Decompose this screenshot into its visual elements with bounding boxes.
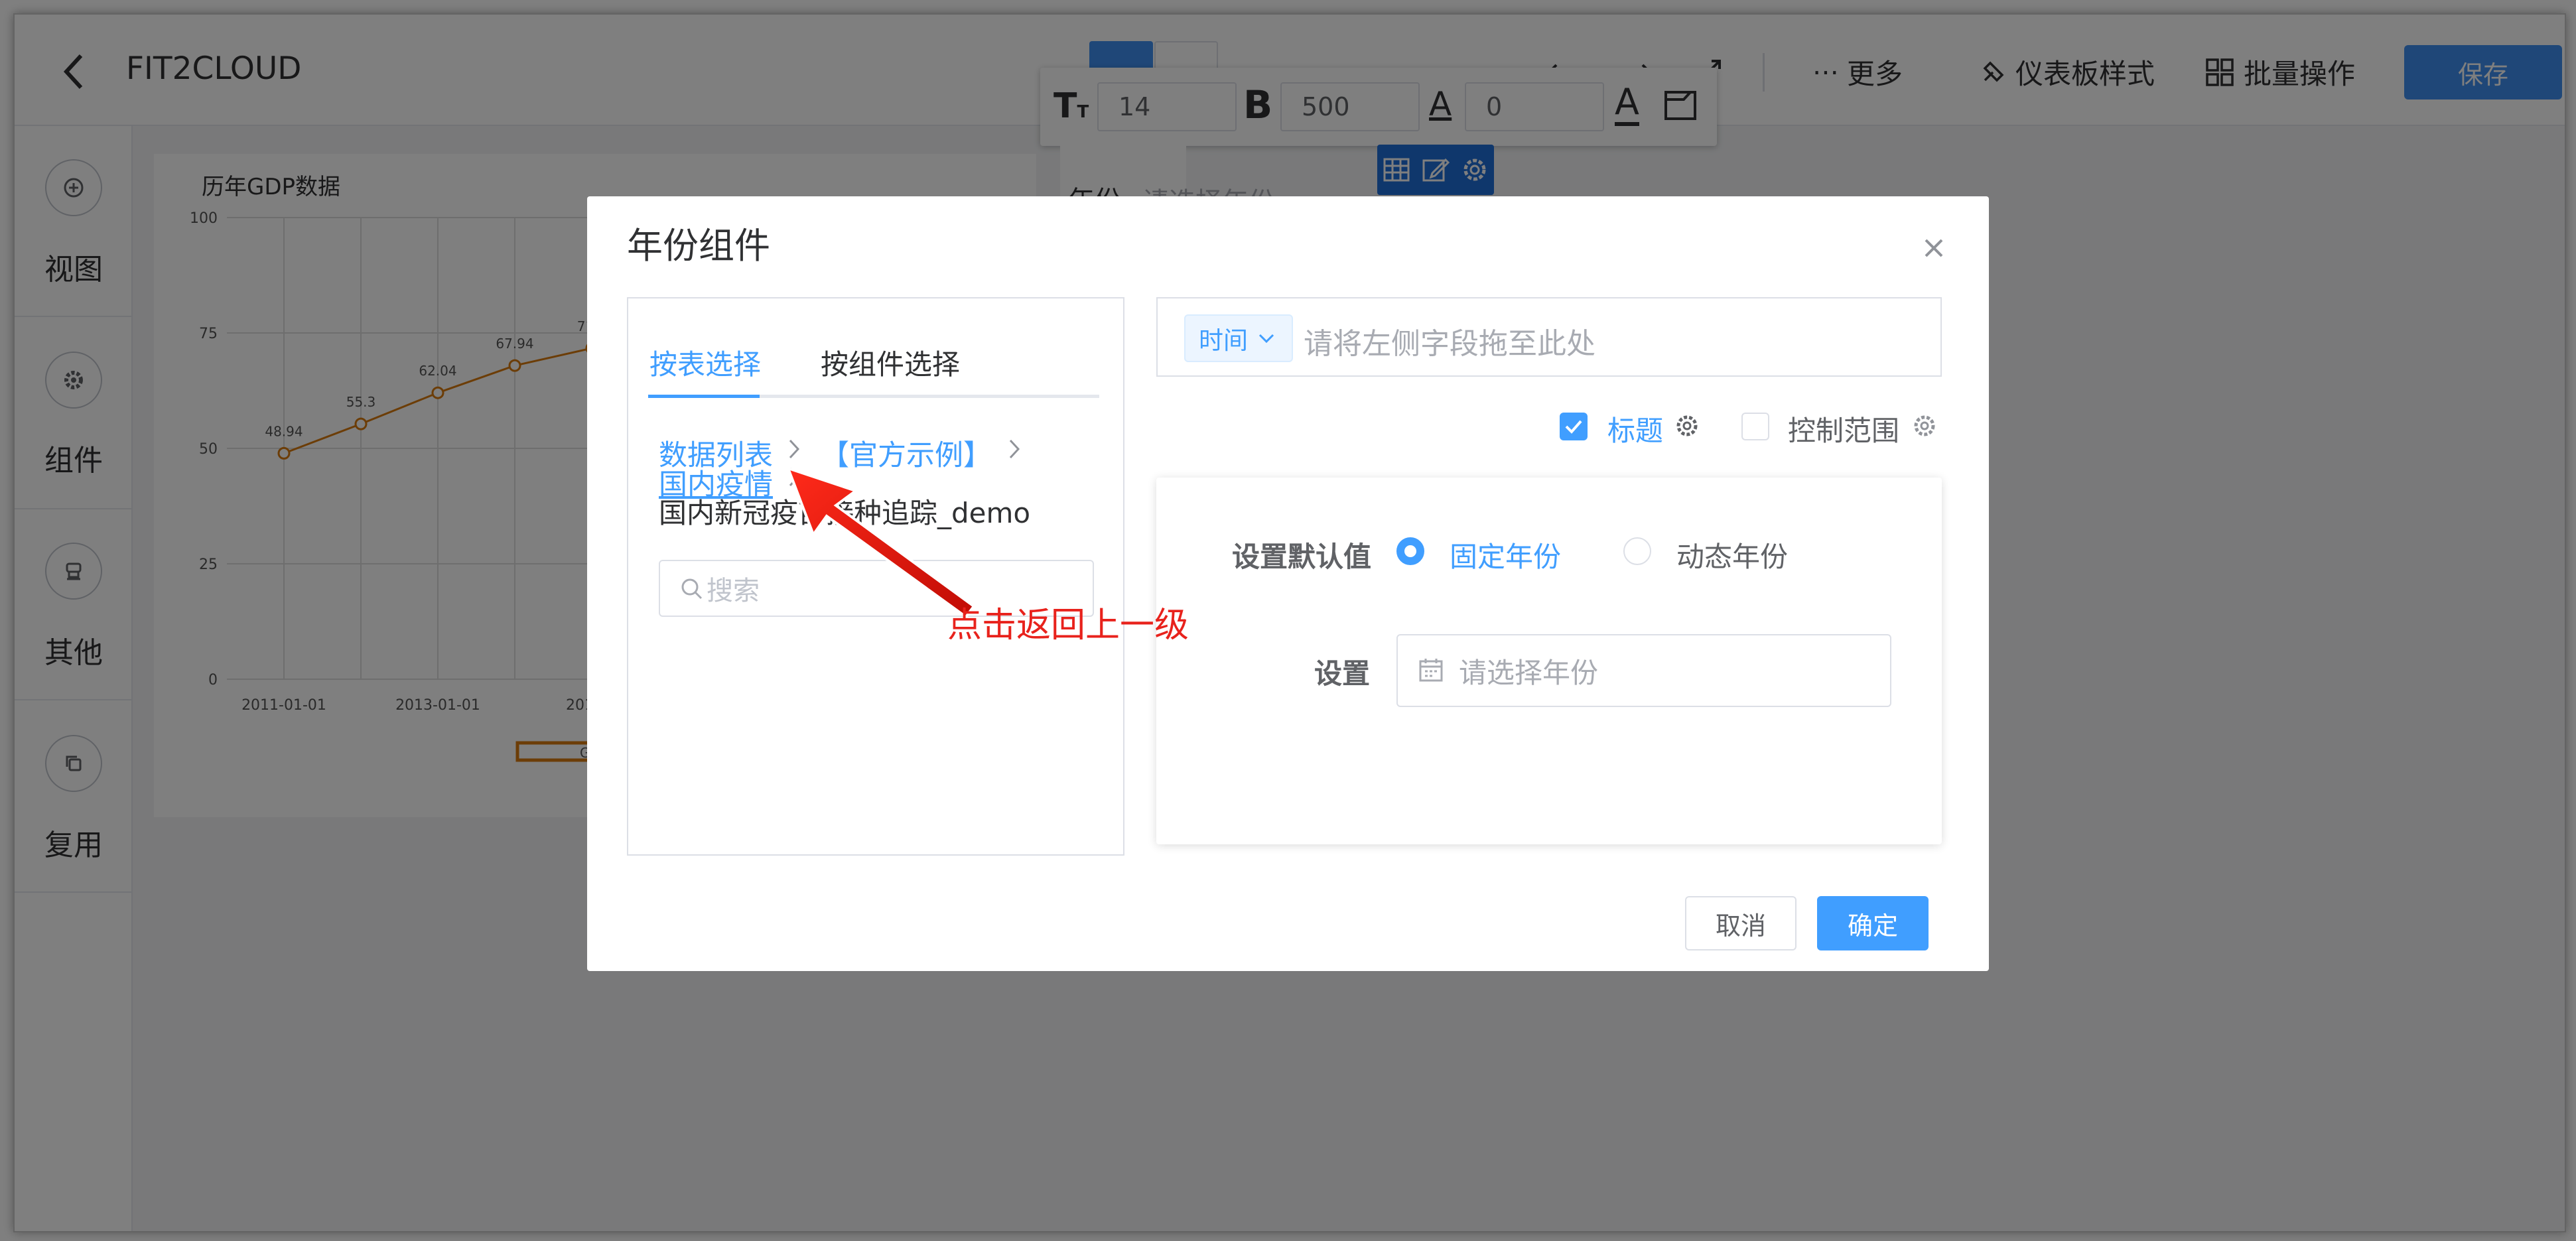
field-tag-label: 时间	[1199, 326, 1248, 355]
field-drop-zone[interactable]: 时间 请将左侧字段拖至此处	[1156, 297, 1942, 377]
chevron-right-icon	[1006, 438, 1022, 460]
drop-hint: 请将左侧字段拖至此处	[1304, 327, 1595, 361]
annotation-text: 点击返回上一级	[947, 606, 1189, 645]
default-value-card: 设置默认值 固定年份 动态年份 设置 请选择年份	[1156, 478, 1942, 844]
radio-dynamic-year-label[interactable]: 动态年份	[1676, 535, 1788, 575]
radio-dynamic-year[interactable]	[1623, 537, 1651, 565]
set-label: 设置	[1314, 657, 1371, 690]
cancel-button[interactable]: 取消	[1685, 896, 1796, 950]
close-icon[interactable]	[1914, 228, 1954, 268]
check-icon	[1565, 420, 1582, 434]
confirm-button[interactable]: 确定	[1817, 896, 1929, 950]
tab-active-indicator	[648, 395, 760, 398]
gear-icon[interactable]	[1911, 413, 1938, 439]
chevron-right-icon	[786, 438, 802, 460]
chevron-down-icon	[1257, 332, 1276, 345]
search-icon	[679, 576, 705, 602]
dialog-title: 年份组件	[627, 225, 770, 267]
radio-fixed-year[interactable]	[1396, 537, 1424, 565]
tab-by-table[interactable]: 按表选择	[649, 342, 761, 383]
year-picker-input[interactable]: 请选择年份	[1396, 634, 1891, 707]
gear-icon[interactable]	[1674, 413, 1700, 439]
radio-fixed-year-label[interactable]: 固定年份	[1450, 535, 1561, 575]
control-range-label[interactable]: 控制范围	[1788, 409, 1899, 449]
default-value-label: 设置默认值	[1232, 541, 1372, 573]
title-option-label[interactable]: 标题	[1607, 409, 1663, 449]
field-tag-time[interactable]: 时间	[1184, 314, 1293, 362]
title-checkbox[interactable]	[1560, 413, 1588, 440]
control-range-checkbox[interactable]	[1741, 413, 1769, 440]
calendar-icon	[1418, 657, 1444, 683]
tab-by-component[interactable]: 按组件选择	[821, 342, 960, 383]
